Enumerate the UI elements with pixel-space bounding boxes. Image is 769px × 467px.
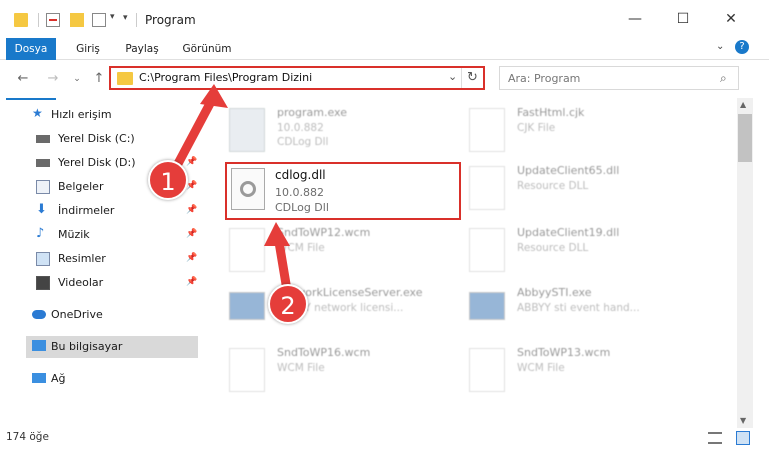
annotation-arrows <box>167 84 293 301</box>
arrow-1-head <box>200 84 228 108</box>
arrow-2-head <box>264 222 290 246</box>
step-2-badge: 2 <box>268 284 308 324</box>
step-1-badge: 1 <box>148 160 188 200</box>
